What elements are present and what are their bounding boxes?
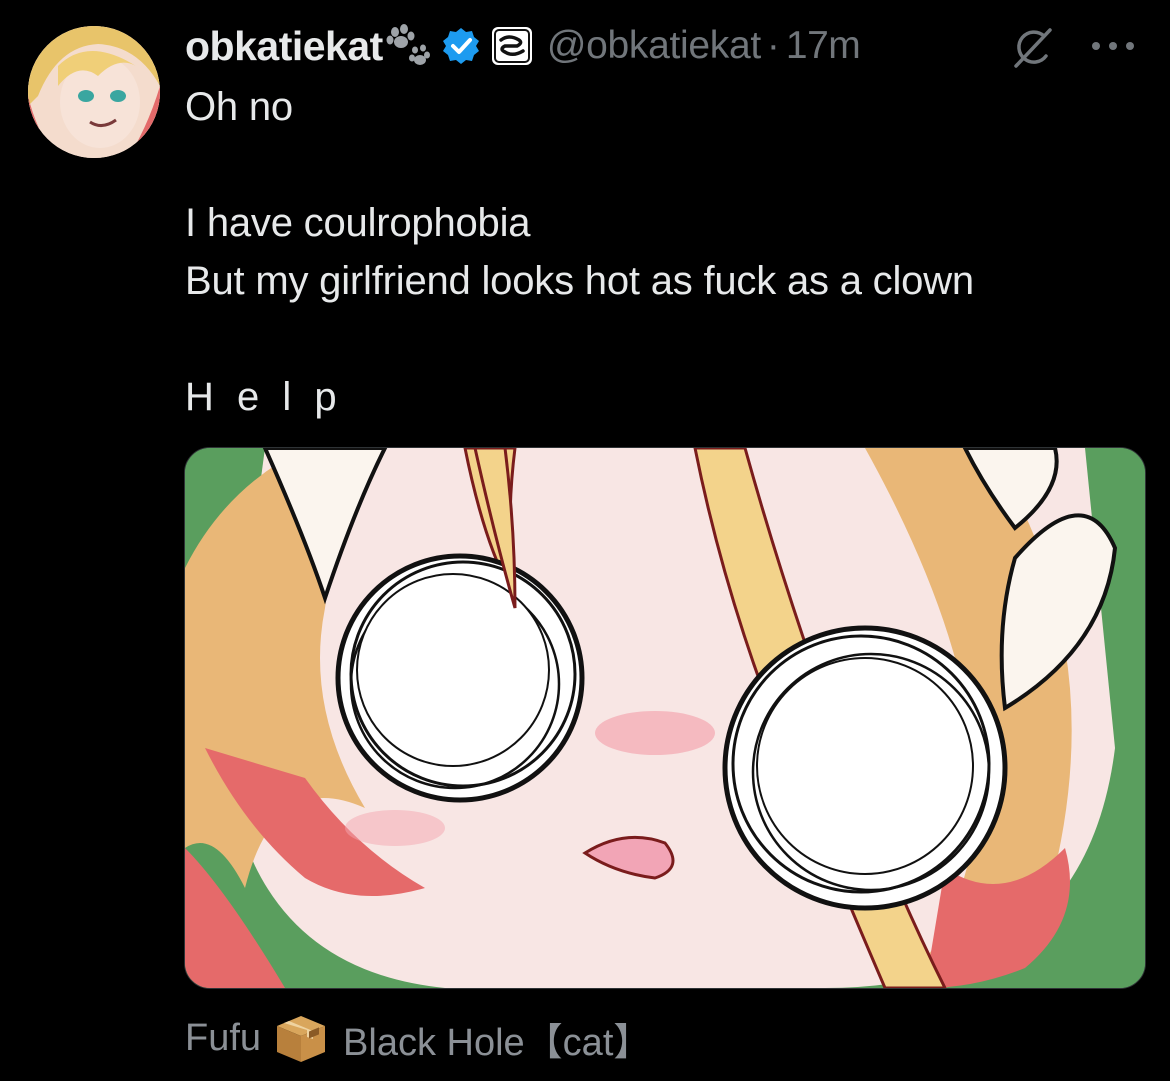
tweet-line: Oh no	[185, 85, 293, 129]
tweet-text: Oh no I have coulrophobia But my girlfri…	[185, 78, 1135, 426]
affiliate-badge-icon[interactable]	[489, 24, 535, 68]
package-box-icon	[277, 1016, 326, 1062]
caption-text-before: Fufu	[185, 1016, 262, 1059]
avatar[interactable]	[28, 26, 160, 158]
avatar-image	[28, 26, 160, 158]
timestamp[interactable]: 17m	[786, 24, 861, 68]
grok-icon[interactable]	[1010, 26, 1054, 70]
author-display-name[interactable]: obkatiekat	[185, 23, 383, 70]
caption-text-after: Black Hole【cat】	[343, 1021, 652, 1064]
verified-badge-icon[interactable]	[441, 26, 481, 66]
media-caption: Fufu Black Hole【cat】	[185, 1008, 651, 1068]
tweet-line: H e l p	[185, 375, 343, 419]
separator-dot: ·	[766, 24, 780, 67]
more-icon[interactable]	[1088, 34, 1138, 58]
tweet-header: obkatiekat @obkatiekat · 17m	[185, 18, 1146, 74]
author-handle[interactable]: @obkatiekat	[547, 24, 761, 68]
tweet-line: But my girlfriend looks hot as fuck as a…	[185, 259, 974, 303]
tweet[interactable]: obkatiekat @obkatiekat · 17m Oh no I hav…	[0, 0, 1170, 1081]
paw-icon	[386, 24, 430, 65]
anime-face-image	[185, 448, 1145, 988]
tweet-media[interactable]	[184, 447, 1146, 989]
tweet-line: I have coulrophobia	[185, 201, 531, 245]
